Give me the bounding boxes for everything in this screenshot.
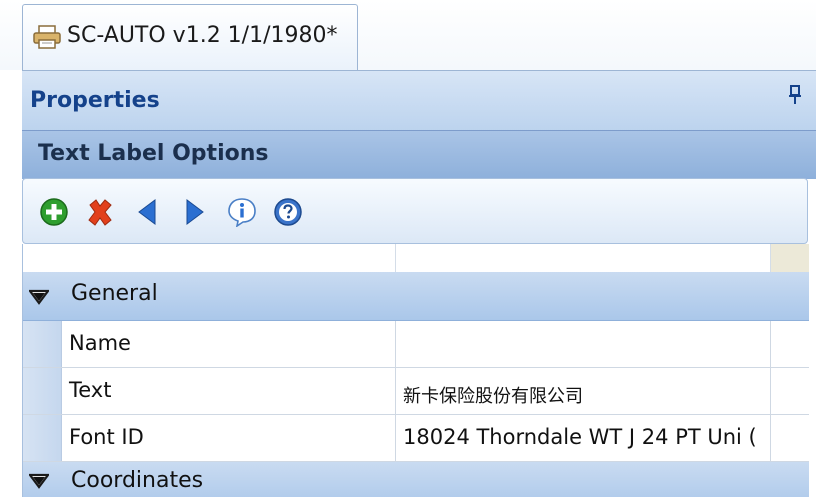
row-gutter	[23, 321, 62, 367]
delete-icon[interactable]	[85, 197, 115, 227]
property-row-font-id[interactable]: Font ID 18024 Thorndale WT J 24 PT Uni (	[23, 415, 809, 462]
info-icon[interactable]	[227, 197, 257, 228]
collapse-icon[interactable]	[27, 286, 51, 306]
category-label: General	[71, 281, 158, 306]
property-value[interactable]: 18024 Thorndale WT J 24 PT Uni (	[403, 425, 769, 449]
property-row-name[interactable]: Name	[23, 321, 809, 368]
grid-header	[23, 244, 809, 273]
category-label: Coordinates	[71, 468, 204, 493]
property-value[interactable]: 新卡保险股份有限公司	[403, 382, 763, 408]
category-coordinates[interactable]: Coordinates	[23, 462, 809, 497]
section-title: Text Label Options	[38, 141, 269, 166]
column-divider	[770, 321, 771, 367]
property-grid: General Name Text 新卡保险股份有限公司 Font ID 180…	[22, 244, 809, 497]
row-gutter	[23, 368, 62, 414]
column-divider	[770, 415, 771, 461]
properties-header: Properties	[22, 70, 816, 131]
row-gutter	[23, 415, 62, 461]
document-tab-strip: SC-AUTO v1.2 1/1/1980*	[0, 0, 816, 70]
section-header: Text Label Options	[22, 130, 816, 179]
column-divider	[770, 368, 771, 414]
category-general[interactable]: General	[23, 272, 809, 321]
column-divider	[395, 368, 396, 414]
document-tab-title: SC-AUTO v1.2 1/1/1980*	[67, 23, 338, 48]
column-divider	[395, 321, 396, 367]
previous-icon[interactable]	[133, 197, 163, 227]
column-divider	[395, 415, 396, 461]
pin-icon[interactable]	[788, 85, 802, 105]
property-name: Font ID	[69, 425, 144, 449]
property-name: Text	[69, 378, 112, 402]
grid-header-corner	[771, 244, 809, 272]
properties-title: Properties	[30, 88, 160, 113]
property-row-text[interactable]: Text 新卡保险股份有限公司	[23, 368, 809, 415]
collapse-icon[interactable]	[27, 470, 51, 490]
document-tab[interactable]: SC-AUTO v1.2 1/1/1980*	[22, 4, 358, 70]
grid-header-value-column	[396, 244, 771, 272]
add-icon[interactable]	[39, 197, 69, 227]
printer-icon	[33, 25, 61, 49]
help-icon[interactable]	[273, 197, 303, 227]
next-icon[interactable]	[179, 197, 209, 227]
property-name: Name	[69, 331, 131, 355]
toolbar	[22, 178, 808, 244]
grid-header-name-column	[23, 244, 396, 272]
